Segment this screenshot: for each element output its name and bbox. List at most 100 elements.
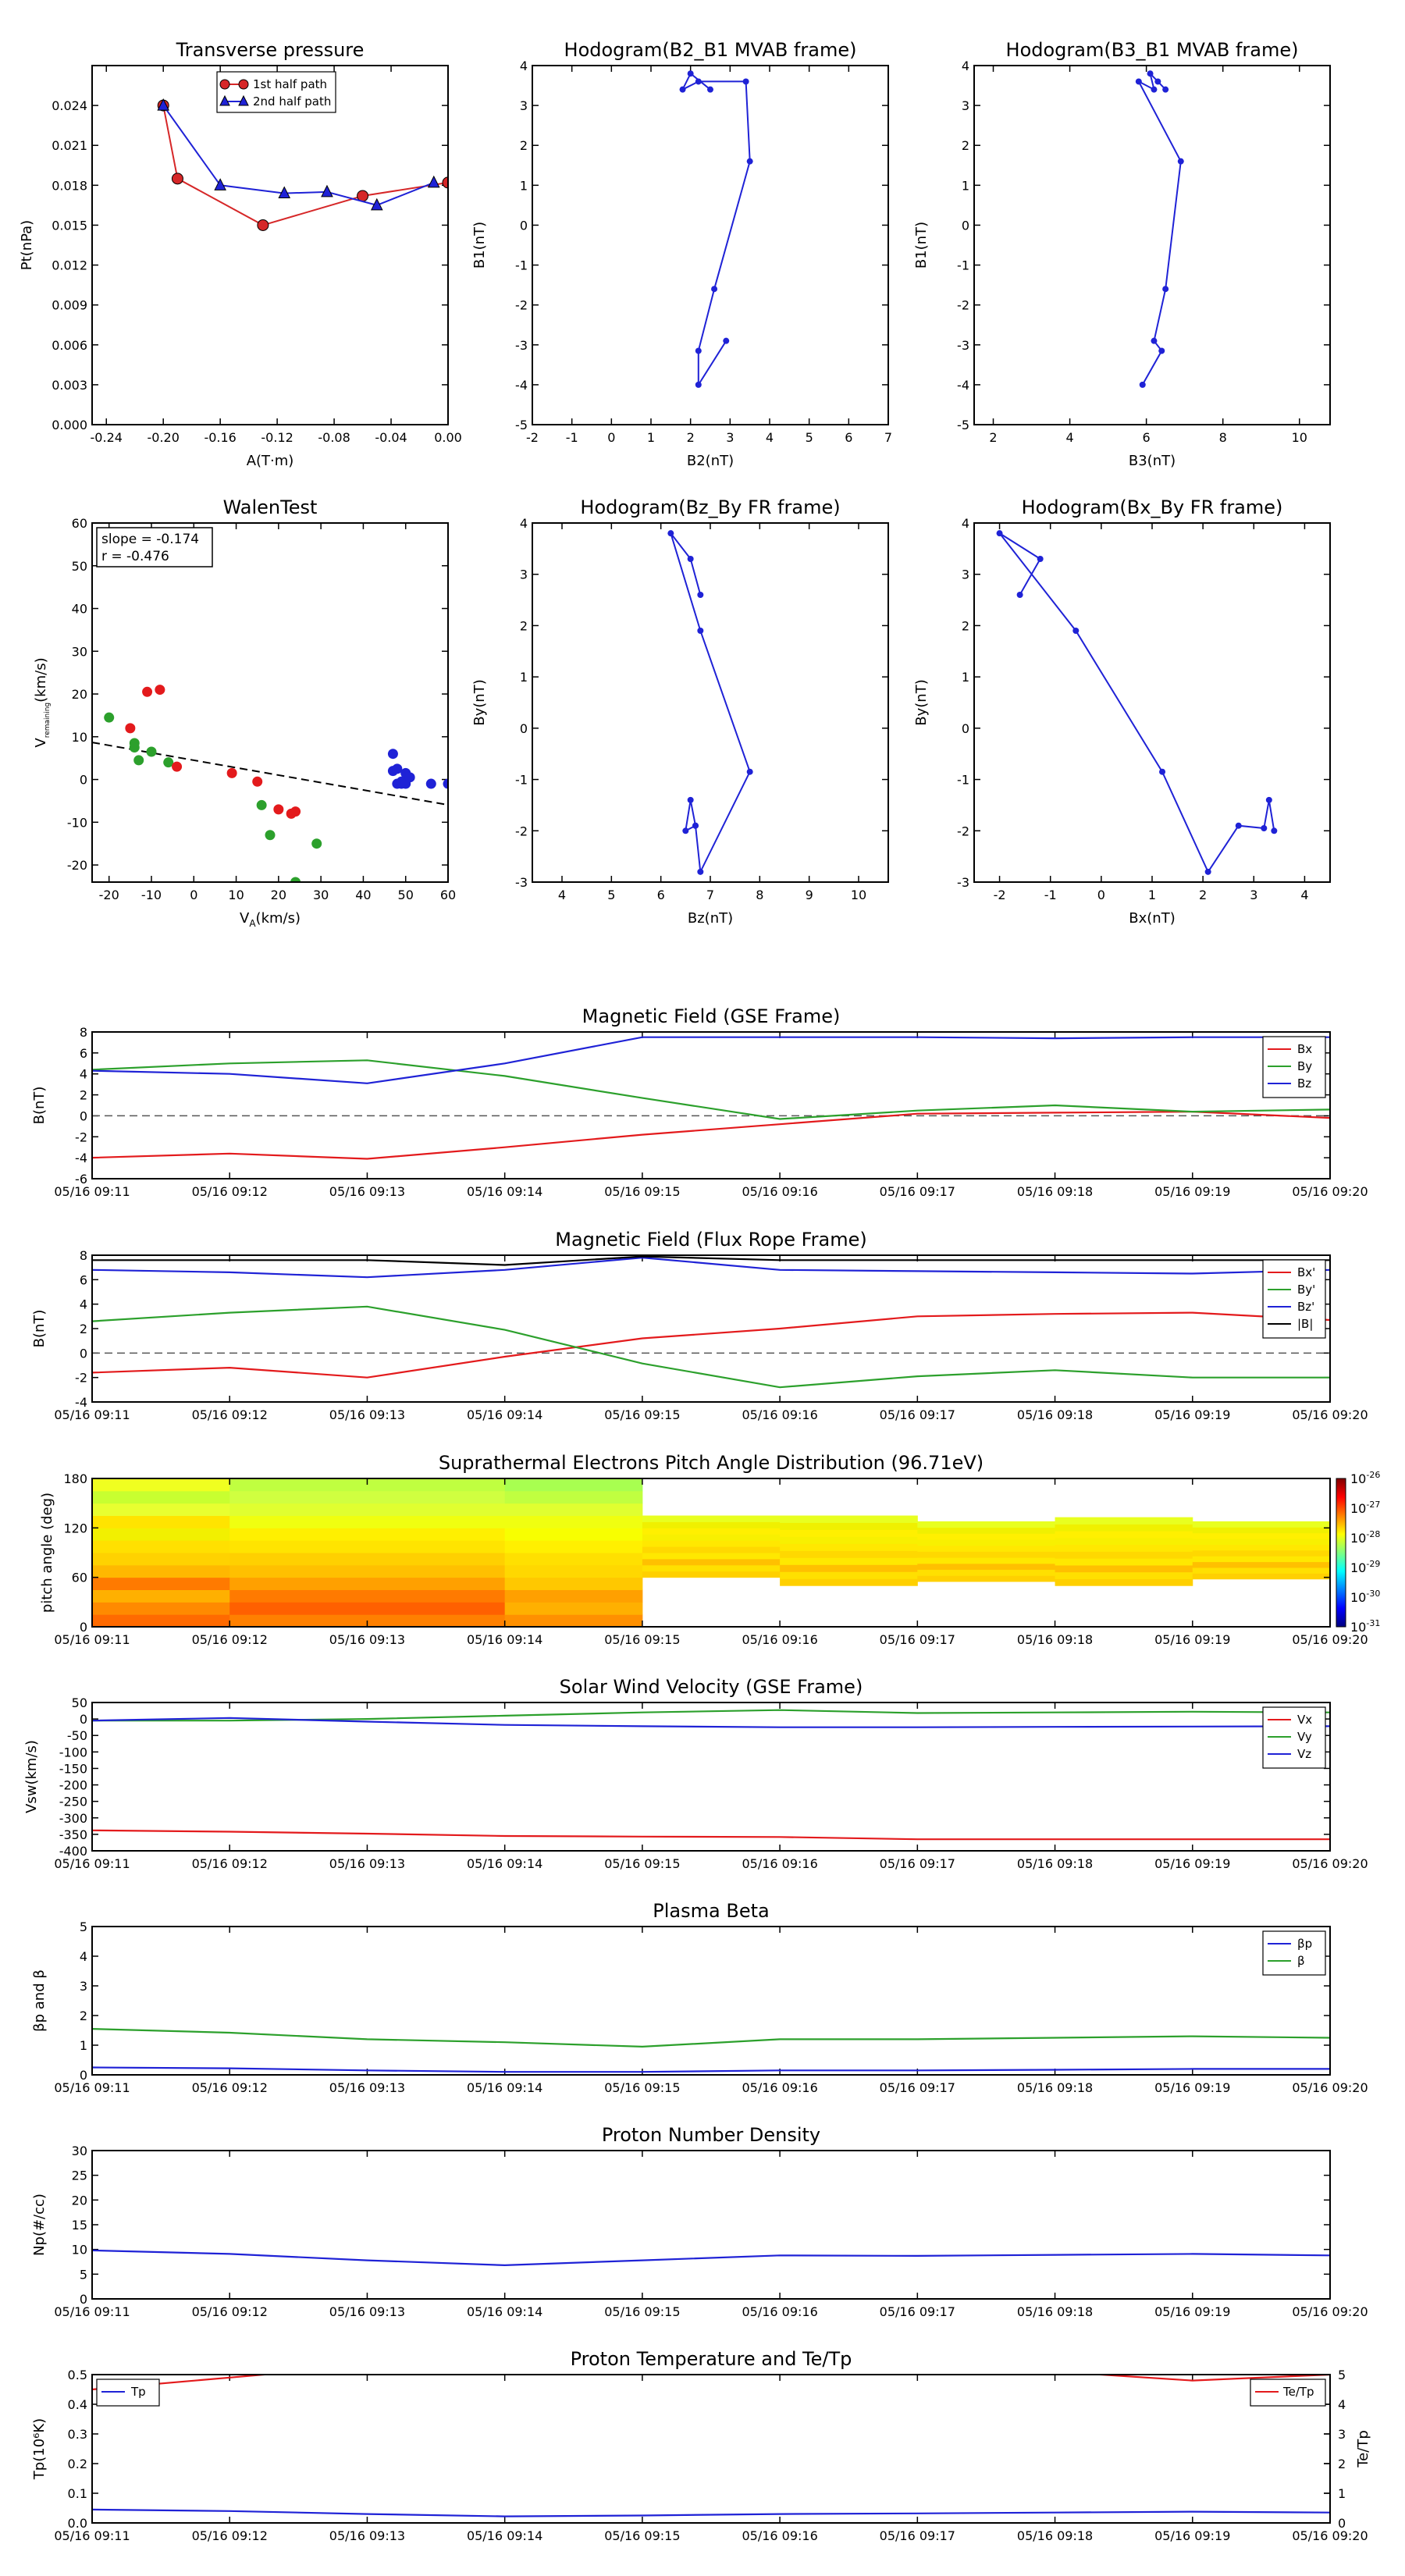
tp-legend-label: Tp <box>130 2385 146 2399</box>
pad-cell <box>92 1515 230 1528</box>
beta-xtick-label: 05/16 09:14 <box>467 2080 542 2095</box>
hodo4-xtick-label: -2 <box>994 888 1006 902</box>
walen-series-2-point <box>404 772 415 783</box>
beta-xtick-label: 05/16 09:19 <box>1154 2080 1230 2095</box>
walen-series-2-point <box>425 778 436 789</box>
transverse-xtick-label: -0.04 <box>375 430 407 445</box>
walen-series-0-point <box>104 712 115 723</box>
pad-colorbar-exp: -27 <box>1366 1500 1380 1510</box>
walen-xlabel: VA(km/s) <box>240 910 301 929</box>
transverse-ytick-label: 0.006 <box>52 338 87 353</box>
transverse-xtick-label: 0.00 <box>434 430 462 445</box>
walen-series-0-point <box>133 755 144 766</box>
pad-cell <box>504 1540 643 1553</box>
bgse-legend-label: Bz <box>1297 1076 1311 1091</box>
hodo4-series-0-point <box>1265 796 1272 803</box>
pad-cell <box>917 1569 1056 1576</box>
hodo2-ytick-label: -2 <box>957 298 969 313</box>
pad-cell <box>1055 1564 1193 1573</box>
pad-xtick-label: 05/16 09:15 <box>604 1632 680 1647</box>
pad-cell <box>92 1540 230 1553</box>
pad-cell <box>1055 1531 1193 1539</box>
pad-cell <box>229 1503 368 1516</box>
bfr-ytick-label: 0 <box>80 1346 87 1361</box>
hodo1-series-0-line <box>681 72 751 388</box>
transverse-series-1-point <box>427 175 440 188</box>
transverse-legend-label: 2nd half path <box>253 94 331 109</box>
pad-cell <box>367 1503 506 1516</box>
pad-cell <box>642 1553 781 1560</box>
pad-cell <box>367 1490 506 1504</box>
hodo4-ytick-label: 3 <box>962 568 969 582</box>
bfr-xtick-label: 05/16 09:15 <box>604 1407 680 1422</box>
hodo2-ytick-label: -1 <box>957 258 969 273</box>
beta-xtick-label: 05/16 09:13 <box>329 2080 405 2095</box>
vsw-legend-label: Vy <box>1297 1730 1312 1744</box>
pad-cell <box>917 1521 1056 1528</box>
walen-xtick-label: -20 <box>99 888 119 902</box>
hodo3-ytick-label: 1 <box>520 670 528 685</box>
vsw-xtick-label: 05/16 09:15 <box>604 1856 680 1871</box>
pad-colorbar-exp: -31 <box>1366 1618 1380 1628</box>
beta-xtick-label: 05/16 09:17 <box>880 2080 955 2095</box>
pad-cell <box>917 1557 1056 1564</box>
walen-title: WalenTest <box>223 496 318 518</box>
hodo4-xtick-label: 3 <box>1250 888 1257 902</box>
tp-ytick-label: 0.5 <box>68 2368 87 2382</box>
pad-cell <box>92 1577 230 1590</box>
pad-cell <box>917 1575 1056 1582</box>
pad-cell <box>1055 1537 1193 1546</box>
pad-ytick-label: 120 <box>63 1521 87 1535</box>
pad-cell <box>367 1540 506 1553</box>
tp-ytick2-label: 1 <box>1338 2486 1346 2501</box>
pad-cell <box>642 1521 781 1528</box>
beta-ylabel: βp and β <box>31 1969 48 2032</box>
pad-cell <box>1192 1561 1331 1568</box>
pad-title: Suprathermal Electrons Pitch Angle Distr… <box>439 1452 984 1474</box>
pad-colorbar <box>1336 1478 1346 1628</box>
hodo1-ytick-label: 3 <box>520 98 528 113</box>
beta-xtick-label: 05/16 09:16 <box>742 2080 817 2095</box>
np-xtick-label: 05/16 09:17 <box>880 2304 955 2319</box>
pad-cell <box>367 1614 506 1628</box>
np-series-0-line <box>92 2249 1330 2267</box>
bfr-chart: Magnetic Field (Flux Rope Frame)-4-20246… <box>31 1229 1368 1422</box>
pad-cell <box>780 1543 918 1551</box>
beta-xtick-label: 05/16 09:20 <box>1292 2080 1368 2095</box>
hodo3-series-0-point <box>692 822 699 829</box>
tp-xtick-label: 05/16 09:18 <box>1017 2528 1093 2543</box>
hodo4-ytick-label: -3 <box>957 875 969 890</box>
pad-colorbar-label: 10-29 <box>1350 1559 1380 1575</box>
hodo3-xtick-label: 4 <box>558 888 566 902</box>
pad-cell <box>229 1553 368 1566</box>
np-ytick-label: 20 <box>72 2193 87 2208</box>
transverse-ytick-label: 0.024 <box>52 98 87 113</box>
np-xtick-label: 05/16 09:12 <box>192 2304 268 2319</box>
hodo3-series-0-point <box>746 768 753 775</box>
pad-colorbar-exp: -30 <box>1366 1589 1380 1599</box>
hodo2-ytick-label: 4 <box>962 59 969 73</box>
bgse-title: Magnetic Field (GSE Frame) <box>582 1005 841 1027</box>
pad-cell <box>1192 1556 1331 1563</box>
hodo1-series-0-point <box>711 286 718 293</box>
bfr-series-0-line <box>92 1311 1330 1379</box>
bfr-xtick-label: 05/16 09:17 <box>880 1407 955 1422</box>
pad-cell <box>367 1589 506 1603</box>
pad-cell <box>1055 1578 1193 1586</box>
pad-cell <box>917 1563 1056 1571</box>
pad-cell <box>367 1564 506 1578</box>
pad-cell <box>642 1534 781 1541</box>
walen-xtick-label: -10 <box>141 888 162 902</box>
pad-colorbar-exp: -26 <box>1366 1470 1380 1480</box>
pad-cell <box>1192 1573 1331 1580</box>
pad-cell <box>1192 1532 1331 1539</box>
tp-ylabel: Tp(10⁶K) <box>31 2418 48 2480</box>
tp-xtick-label: 05/16 09:20 <box>1292 2528 1368 2543</box>
hodo1-series-0-point <box>687 70 694 77</box>
hodo4-ytick-label: 0 <box>962 721 969 736</box>
beta-ytick-label: 2 <box>80 2008 87 2023</box>
vsw-xtick-label: 05/16 09:16 <box>742 1856 817 1871</box>
walen-series-2-point <box>387 749 398 760</box>
hodo2-series-0-point <box>1139 381 1146 388</box>
hodo1-series-0-point <box>742 78 749 85</box>
